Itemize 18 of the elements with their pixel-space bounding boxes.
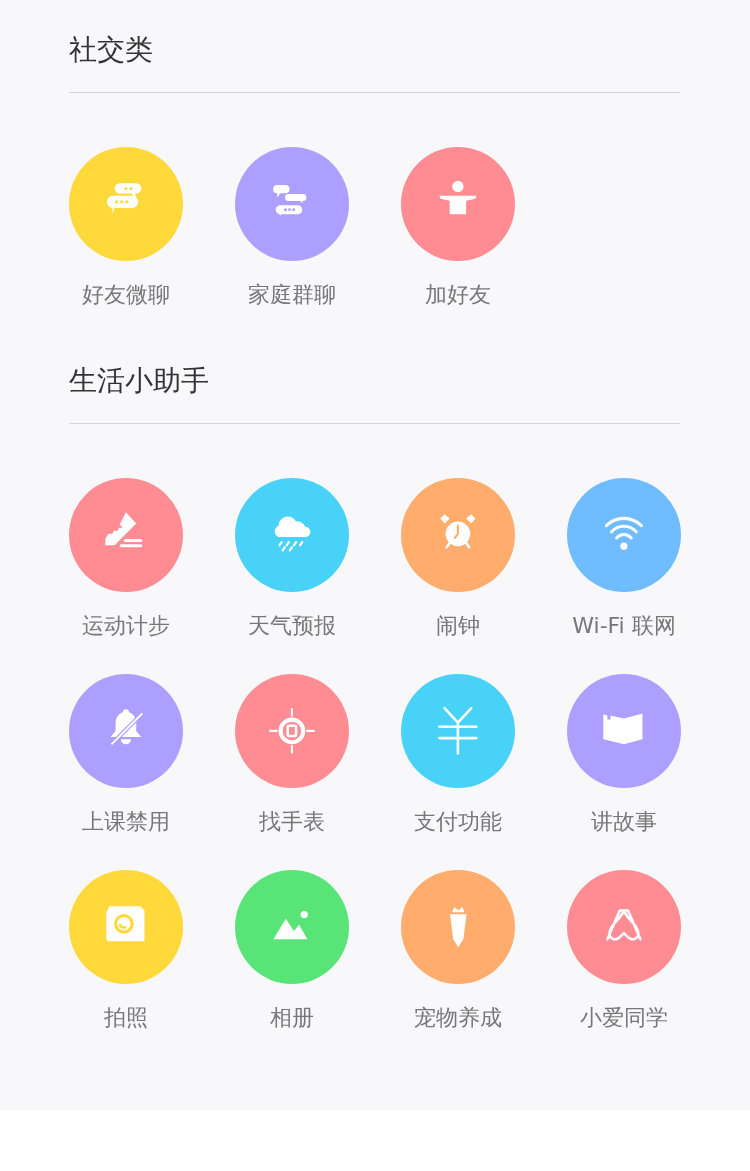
app-label: Wi-Fi 联网 (572, 612, 676, 640)
section-title: 社交类 (69, 32, 154, 68)
app-label: 讲故事 (591, 808, 657, 836)
app-label: 好友微聊 (82, 281, 170, 309)
app-label: 加好友 (425, 281, 491, 309)
carrot-icon (447, 904, 469, 950)
app-label: 相册 (270, 1004, 314, 1032)
app-label: 支付功能 (414, 808, 502, 836)
app-label: 上课禁用 (82, 808, 170, 836)
app-label: 小爱同学 (580, 1004, 668, 1032)
section-title: 生活小助手 (69, 363, 210, 399)
app-label: 闹钟 (436, 612, 480, 640)
app-label: 家庭群聊 (248, 281, 336, 309)
app-label: 找手表 (259, 808, 325, 836)
app-label: 宠物养成 (414, 1004, 502, 1032)
app-label: 天气预报 (248, 612, 336, 640)
app-label: 拍照 (104, 1004, 148, 1032)
app-label: 运动计步 (82, 612, 170, 640)
